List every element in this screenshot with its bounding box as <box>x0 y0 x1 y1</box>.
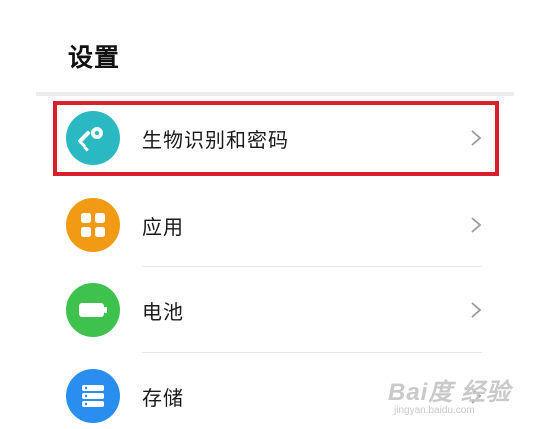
watermark-text: Bai度 经验 <box>388 379 512 406</box>
chevron-right-icon <box>466 215 486 235</box>
highlight-box <box>53 101 499 176</box>
row-divider <box>142 352 482 353</box>
settings-item-battery[interactable]: 电池 <box>58 271 498 349</box>
row-divider <box>142 266 482 267</box>
apps-grid-icon <box>66 198 120 252</box>
page-title: 设置 <box>68 43 121 72</box>
settings-item-label: 存储 <box>142 385 184 410</box>
chevron-right-icon <box>466 300 486 320</box>
settings-item-label: 应用 <box>142 214 184 239</box>
watermark: Bai度 经验 jingyan.baidu.com <box>388 372 511 416</box>
storage-icon <box>66 369 120 423</box>
watermark-url: jingyan.baidu.com <box>394 405 475 416</box>
header-divider <box>36 92 514 96</box>
settings-item-label: 电池 <box>142 299 184 324</box>
settings-item-apps[interactable]: 应用 <box>58 186 498 264</box>
battery-icon <box>66 283 120 337</box>
